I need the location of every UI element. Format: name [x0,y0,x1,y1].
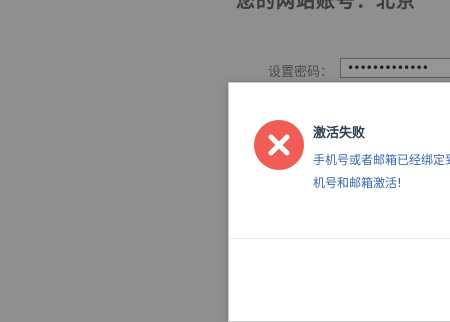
dialog-title: 激活失败 [313,126,366,141]
password-row: 设置密码： ••••••••••••• [268,58,450,80]
activation-failed-dialog: 激活失败 手机号或者邮箱已经绑定到 机号和邮箱激活! [228,82,450,322]
dialog-message-line-1: 手机号或者邮箱已经绑定到 [313,153,450,167]
password-label: 设置密码： [268,65,334,80]
dialog-divider [229,238,450,239]
dialog-message-line-2: 机号和邮箱激活! [313,176,402,190]
page-heading: 您的网站账号：北京 [236,0,417,12]
dialog-message: 手机号或者邮箱已经绑定到 机号和邮箱激活! [313,149,450,195]
password-input[interactable]: ••••••••••••• [340,58,450,78]
error-x-circle-icon [254,120,304,170]
